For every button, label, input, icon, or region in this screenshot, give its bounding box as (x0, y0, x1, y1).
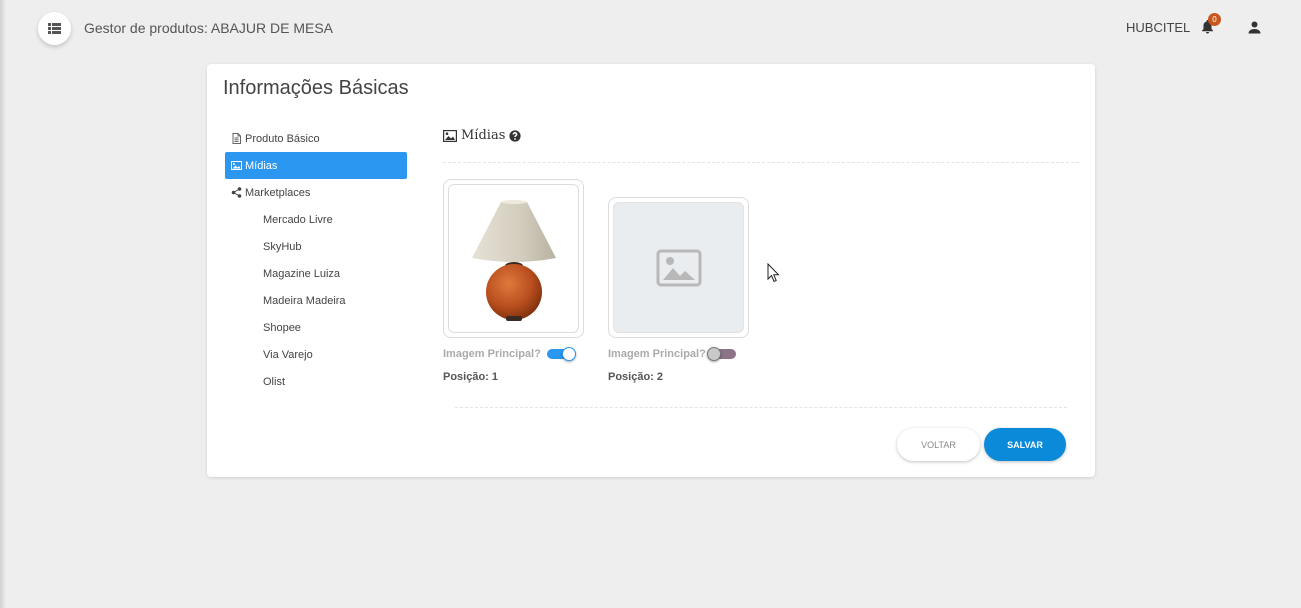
section-title: Mídias (443, 128, 521, 143)
nav-item-midias[interactable]: Mídias (225, 152, 407, 179)
media-card-1[interactable] (443, 179, 584, 338)
image-placeholder (613, 202, 744, 333)
section-divider (443, 162, 1079, 163)
nav-sub-item-skyhub[interactable]: SkyHub (225, 233, 407, 260)
nav-sub-item-olist[interactable]: Olist (225, 368, 407, 395)
side-nav: Produto Básico Mídias Marketplaces Merca… (225, 125, 407, 395)
nav-sub-item-mercado-livre[interactable]: Mercado Livre (225, 206, 407, 233)
nav-sub-item-madeira-madeira[interactable]: Madeira Madeira (225, 287, 407, 314)
media-card-2[interactable] (608, 197, 749, 338)
nav-item-marketplaces[interactable]: Marketplaces (225, 179, 407, 206)
footer-divider (455, 407, 1067, 408)
main-image-toggle[interactable] (547, 347, 576, 361)
image-icon (443, 129, 457, 142)
share-icon (231, 187, 242, 198)
list-icon (48, 23, 61, 34)
notification-badge: 0 (1208, 13, 1221, 26)
back-button[interactable]: VOLTAR (897, 428, 980, 461)
mouse-cursor-icon (767, 262, 781, 283)
help-circle-icon[interactable] (509, 129, 521, 142)
main-image-label: Imagem Principal? (608, 348, 706, 360)
file-icon (231, 133, 242, 144)
nav-sub-item-shopee[interactable]: Shopee (225, 314, 407, 341)
nav-item-label: Mídias (245, 159, 278, 172)
nav-item-label: Produto Básico (245, 132, 320, 145)
left-edge-shadow (0, 0, 6, 608)
nav-sub-item-via-varejo[interactable]: Via Varejo (225, 341, 407, 368)
product-image (448, 184, 579, 333)
user-name[interactable]: HUBCITEL (1126, 20, 1190, 35)
card-title: Informações Básicas (223, 77, 409, 99)
table-lamp-image (471, 199, 556, 321)
user-account-icon[interactable] (1248, 21, 1261, 34)
page-title: Gestor de produtos: ABAJUR DE MESA (84, 20, 333, 36)
nav-item-produto-basico[interactable]: Produto Básico (225, 125, 407, 152)
save-button[interactable]: SALVAR (984, 428, 1066, 461)
basic-info-card: Informações Básicas Produto Básico Mídia… (207, 64, 1095, 477)
section-title-text: Mídias (461, 128, 506, 143)
main-image-label: Imagem Principal? (443, 348, 541, 360)
position-label: Posição: 2 (608, 371, 664, 383)
position-label: Posição: 1 (443, 371, 499, 383)
main-image-toggle[interactable] (707, 347, 736, 361)
image-placeholder-icon (656, 249, 702, 287)
image-icon (231, 160, 242, 171)
menu-toggle-button[interactable] (38, 12, 71, 45)
nav-item-label: Marketplaces (245, 186, 311, 199)
nav-sub-item-magazine-luiza[interactable]: Magazine Luiza (225, 260, 407, 287)
